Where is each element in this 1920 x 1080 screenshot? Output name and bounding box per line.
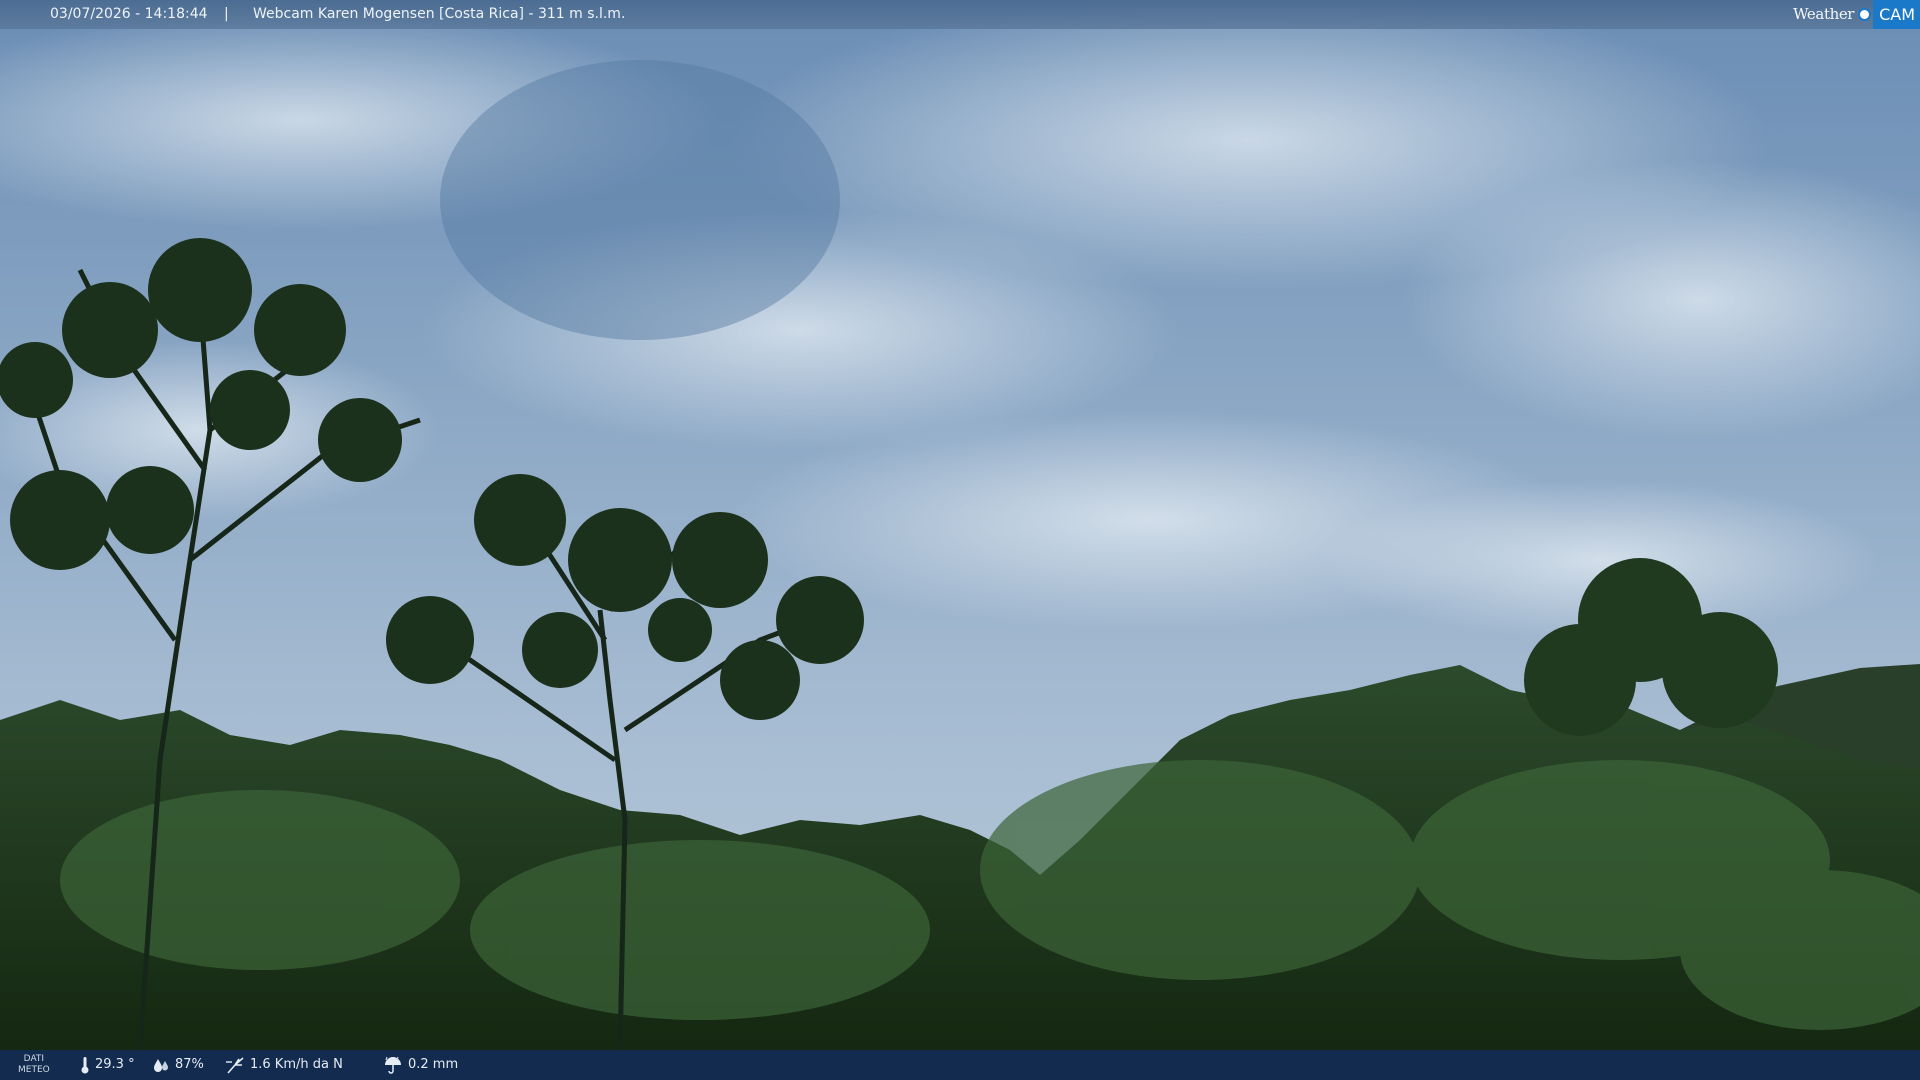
timestamp: 03/07/2026 - 14:18:44: [50, 6, 208, 22]
humidity-reading: 87%: [152, 1050, 204, 1080]
weathercam-logo[interactable]: Weather CAM: [1793, 0, 1920, 29]
temperature-reading: 29.3 °: [80, 1050, 135, 1080]
webcam-frame: 03/07/2026 - 14:18:44 | Webcam Karen Mog…: [0, 0, 1920, 1080]
wind-reading: 1.6 Km/h da N: [225, 1050, 343, 1080]
rain-value: 0.2 mm: [408, 1057, 459, 1072]
top-info-bar: 03/07/2026 - 14:18:44 | Webcam Karen Mog…: [0, 0, 1920, 29]
thermometer-icon: [81, 1057, 89, 1074]
separator: |: [224, 6, 229, 22]
wind-value: 1.6 Km/h da N: [250, 1057, 343, 1072]
logo-weather-text: Weather: [1793, 5, 1855, 23]
blue-patch: [440, 60, 840, 340]
umbrella-rain-icon: [385, 1056, 401, 1074]
wind-vane-icon: [226, 1057, 244, 1074]
webcam-title: Webcam Karen Mogensen [Costa Rica] - 311…: [253, 6, 626, 22]
droplets-icon: [154, 1059, 168, 1072]
weather-data-bar: DATI METEO 29.3 ° 87% 1.6 Km/h da N 0.2 …: [0, 1050, 1920, 1080]
temperature-value: 29.3 °: [95, 1057, 135, 1072]
weather-data-label: DATI METEO: [18, 1054, 50, 1075]
logo-dot-icon: [1858, 8, 1872, 21]
webcam-image: [0, 0, 1920, 1080]
logo-cam-text: CAM: [1873, 0, 1920, 29]
humidity-value: 87%: [175, 1057, 204, 1072]
rain-reading: 0.2 mm: [383, 1050, 458, 1080]
